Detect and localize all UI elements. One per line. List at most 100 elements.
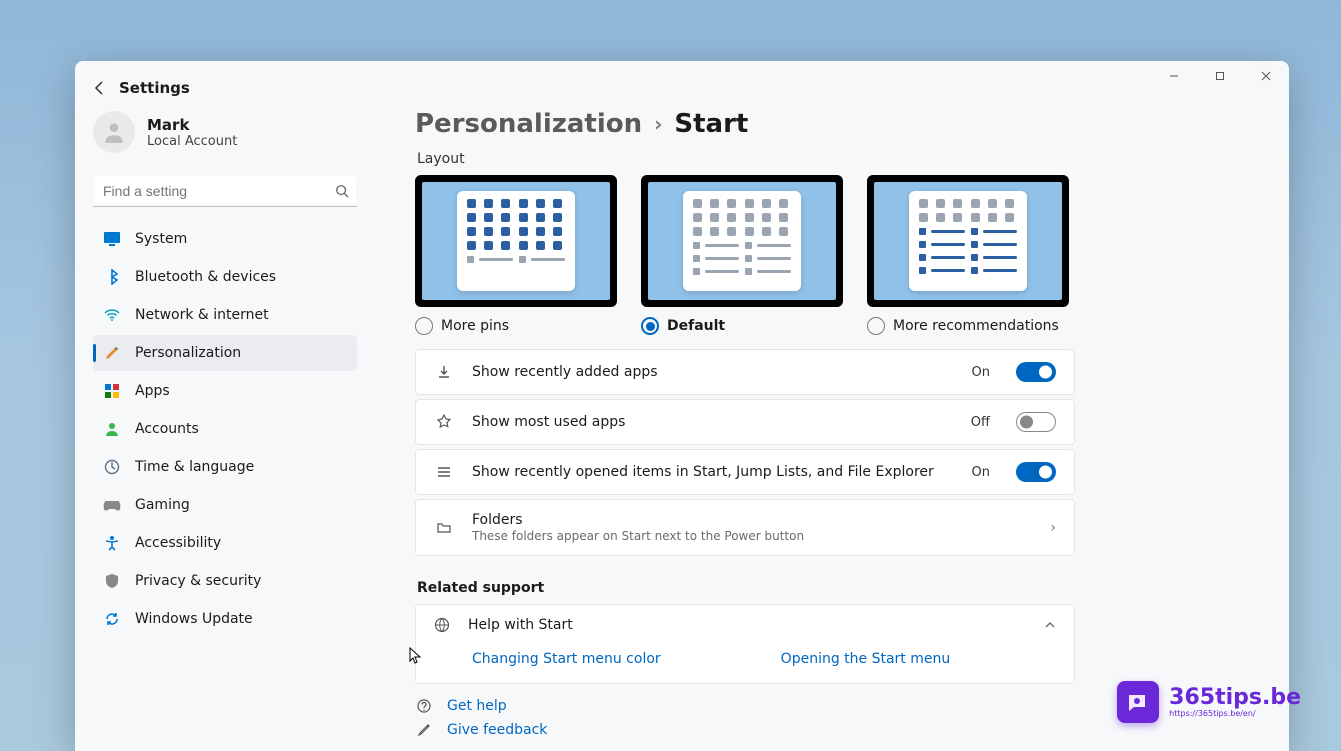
toggle-state: Off: [971, 415, 990, 430]
layout-option-default[interactable]: Default: [641, 175, 843, 335]
give-feedback-link[interactable]: Give feedback: [417, 722, 1249, 738]
breadcrumb: Personalization › Start: [415, 109, 1249, 139]
toggle-state: On: [972, 365, 990, 380]
window-controls: [1151, 61, 1289, 91]
list-icon: [434, 464, 454, 480]
setting-label: Show recently opened items in Start, Jum…: [472, 464, 934, 480]
bluetooth-icon: [103, 268, 121, 286]
account-type: Local Account: [147, 134, 237, 149]
sidebar-item-personalization[interactable]: Personalization: [93, 335, 357, 371]
radio-more-pins[interactable]: [415, 317, 433, 335]
setting-most-used-apps[interactable]: Show most used apps Off: [415, 399, 1075, 445]
feedback-icon: [417, 723, 433, 737]
sidebar-item-privacy[interactable]: Privacy & security: [93, 563, 357, 599]
setting-recently-opened-items[interactable]: Show recently opened items in Start, Jum…: [415, 449, 1075, 495]
watermark: 365tips.be https://365tips.be/en/: [1117, 681, 1301, 723]
layout-option-more-recs[interactable]: More recommendations: [867, 175, 1069, 335]
sidebar-item-label: Windows Update: [135, 611, 253, 627]
account-block[interactable]: Mark Local Account: [93, 111, 357, 163]
maximize-button[interactable]: [1197, 61, 1243, 91]
breadcrumb-current: Start: [674, 109, 748, 139]
sidebar-item-label: Personalization: [135, 345, 241, 361]
toggle-most-used[interactable]: [1016, 412, 1056, 432]
lightbulb-icon: [1117, 681, 1159, 723]
chevron-up-icon: [1044, 619, 1056, 631]
chevron-right-icon: ›: [1050, 520, 1056, 536]
setting-folders[interactable]: Folders These folders appear on Start ne…: [415, 499, 1075, 556]
apps-icon: [103, 382, 121, 400]
app-title: Settings: [119, 79, 190, 97]
give-feedback-label: Give feedback: [447, 722, 547, 738]
chevron-right-icon: ›: [654, 112, 662, 136]
sidebar-item-label: Time & language: [135, 459, 254, 475]
minimize-button[interactable]: [1151, 61, 1197, 91]
paintbrush-icon: [103, 344, 121, 362]
sidebar-item-update[interactable]: Windows Update: [93, 601, 357, 637]
sidebar-item-time[interactable]: Time & language: [93, 449, 357, 485]
sidebar-item-label: Gaming: [135, 497, 190, 513]
layout-option-label: More pins: [441, 318, 509, 334]
nav: System Bluetooth & devices Network & int…: [93, 221, 357, 637]
help-icon: [417, 699, 433, 713]
setting-label: Show recently added apps: [472, 364, 658, 380]
help-title: Help with Start: [468, 617, 573, 633]
sidebar-item-network[interactable]: Network & internet: [93, 297, 357, 333]
help-with-start[interactable]: Help with Start: [416, 605, 1074, 645]
shield-icon: [103, 572, 121, 590]
search-box[interactable]: [93, 175, 357, 207]
layout-thumb-default: [641, 175, 843, 307]
sidebar-item-label: System: [135, 231, 187, 247]
radio-more-recs[interactable]: [867, 317, 885, 335]
person-icon: [103, 420, 121, 438]
search-input[interactable]: [93, 175, 357, 207]
download-icon: [434, 364, 454, 380]
layout-options: More pins Default: [415, 175, 1249, 335]
sidebar-item-label: Privacy & security: [135, 573, 261, 589]
back-button[interactable]: [91, 79, 109, 97]
sidebar-item-label: Bluetooth & devices: [135, 269, 276, 285]
layout-option-label: More recommendations: [893, 318, 1059, 334]
related-support-heading: Related support: [417, 580, 1249, 596]
setting-recently-added-apps[interactable]: Show recently added apps On: [415, 349, 1075, 395]
breadcrumb-parent[interactable]: Personalization: [415, 109, 642, 139]
get-help-label: Get help: [447, 698, 507, 714]
sidebar: Mark Local Account System: [75, 97, 375, 751]
toggle-state: On: [972, 465, 990, 480]
update-icon: [103, 610, 121, 628]
layout-option-label: Default: [667, 318, 725, 334]
toggle-recent-items[interactable]: [1016, 462, 1056, 482]
gamepad-icon: [103, 496, 121, 514]
close-button[interactable]: [1243, 61, 1289, 91]
globe-clock-icon: [103, 458, 121, 476]
help-link-open[interactable]: Opening the Start menu: [781, 651, 951, 667]
help-card: Help with Start Changing Start menu colo…: [415, 604, 1075, 684]
folder-icon: [434, 520, 454, 536]
monitor-icon: [103, 230, 121, 248]
account-name: Mark: [147, 116, 237, 134]
settings-window: Settings Mark Local Account: [75, 61, 1289, 751]
setting-subtitle: These folders appear on Start next to th…: [472, 529, 804, 543]
sidebar-item-bluetooth[interactable]: Bluetooth & devices: [93, 259, 357, 295]
layout-option-more-pins[interactable]: More pins: [415, 175, 617, 335]
help-link-color[interactable]: Changing Start menu color: [472, 651, 661, 667]
accessibility-icon: [103, 534, 121, 552]
sidebar-item-system[interactable]: System: [93, 221, 357, 257]
layout-heading: Layout: [417, 151, 1249, 167]
sidebar-item-label: Accessibility: [135, 535, 221, 551]
sidebar-item-label: Accounts: [135, 421, 199, 437]
setting-title: Folders: [472, 512, 804, 528]
radio-default[interactable]: [641, 317, 659, 335]
setting-label: Show most used apps: [472, 414, 625, 430]
star-icon: [434, 414, 454, 430]
layout-thumb-more-recs: [867, 175, 1069, 307]
sidebar-item-apps[interactable]: Apps: [93, 373, 357, 409]
layout-thumb-more-pins: [415, 175, 617, 307]
content-area: Personalization › Start Layout: [375, 97, 1289, 751]
toggle-recently-added[interactable]: [1016, 362, 1056, 382]
sidebar-item-label: Network & internet: [135, 307, 269, 323]
sidebar-item-accessibility[interactable]: Accessibility: [93, 525, 357, 561]
watermark-sub: https://365tips.be/en/: [1169, 709, 1301, 718]
globe-icon: [434, 617, 450, 633]
sidebar-item-accounts[interactable]: Accounts: [93, 411, 357, 447]
sidebar-item-gaming[interactable]: Gaming: [93, 487, 357, 523]
